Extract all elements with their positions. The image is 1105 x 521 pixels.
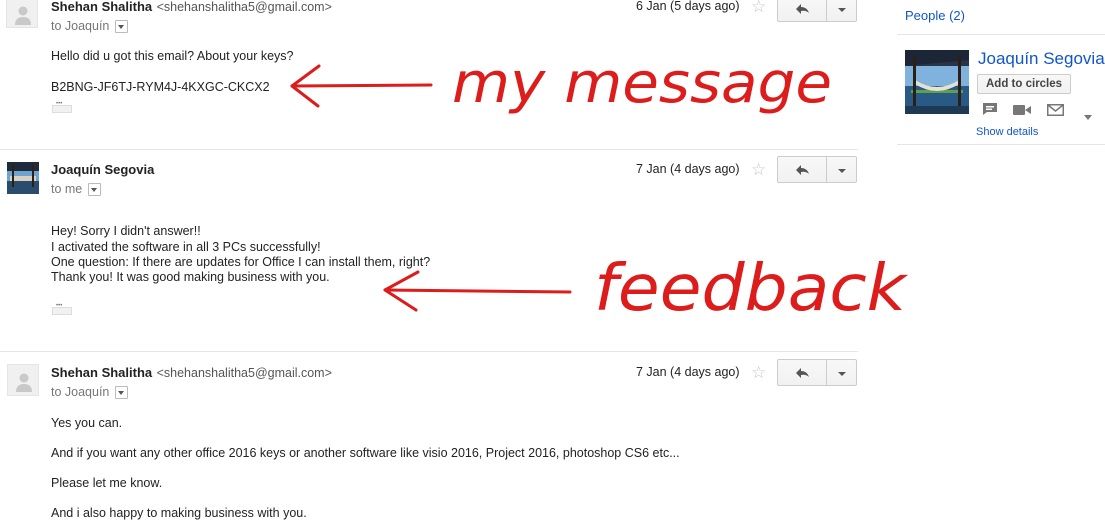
annotation-layer: my message feedback: [290, 51, 909, 326]
annotation-arrow-1: [290, 64, 433, 108]
annotation-text-my-message: my message: [452, 51, 832, 116]
annotation-arrow-2: [383, 270, 572, 312]
annotation-text-feedback: feedback: [594, 252, 909, 326]
